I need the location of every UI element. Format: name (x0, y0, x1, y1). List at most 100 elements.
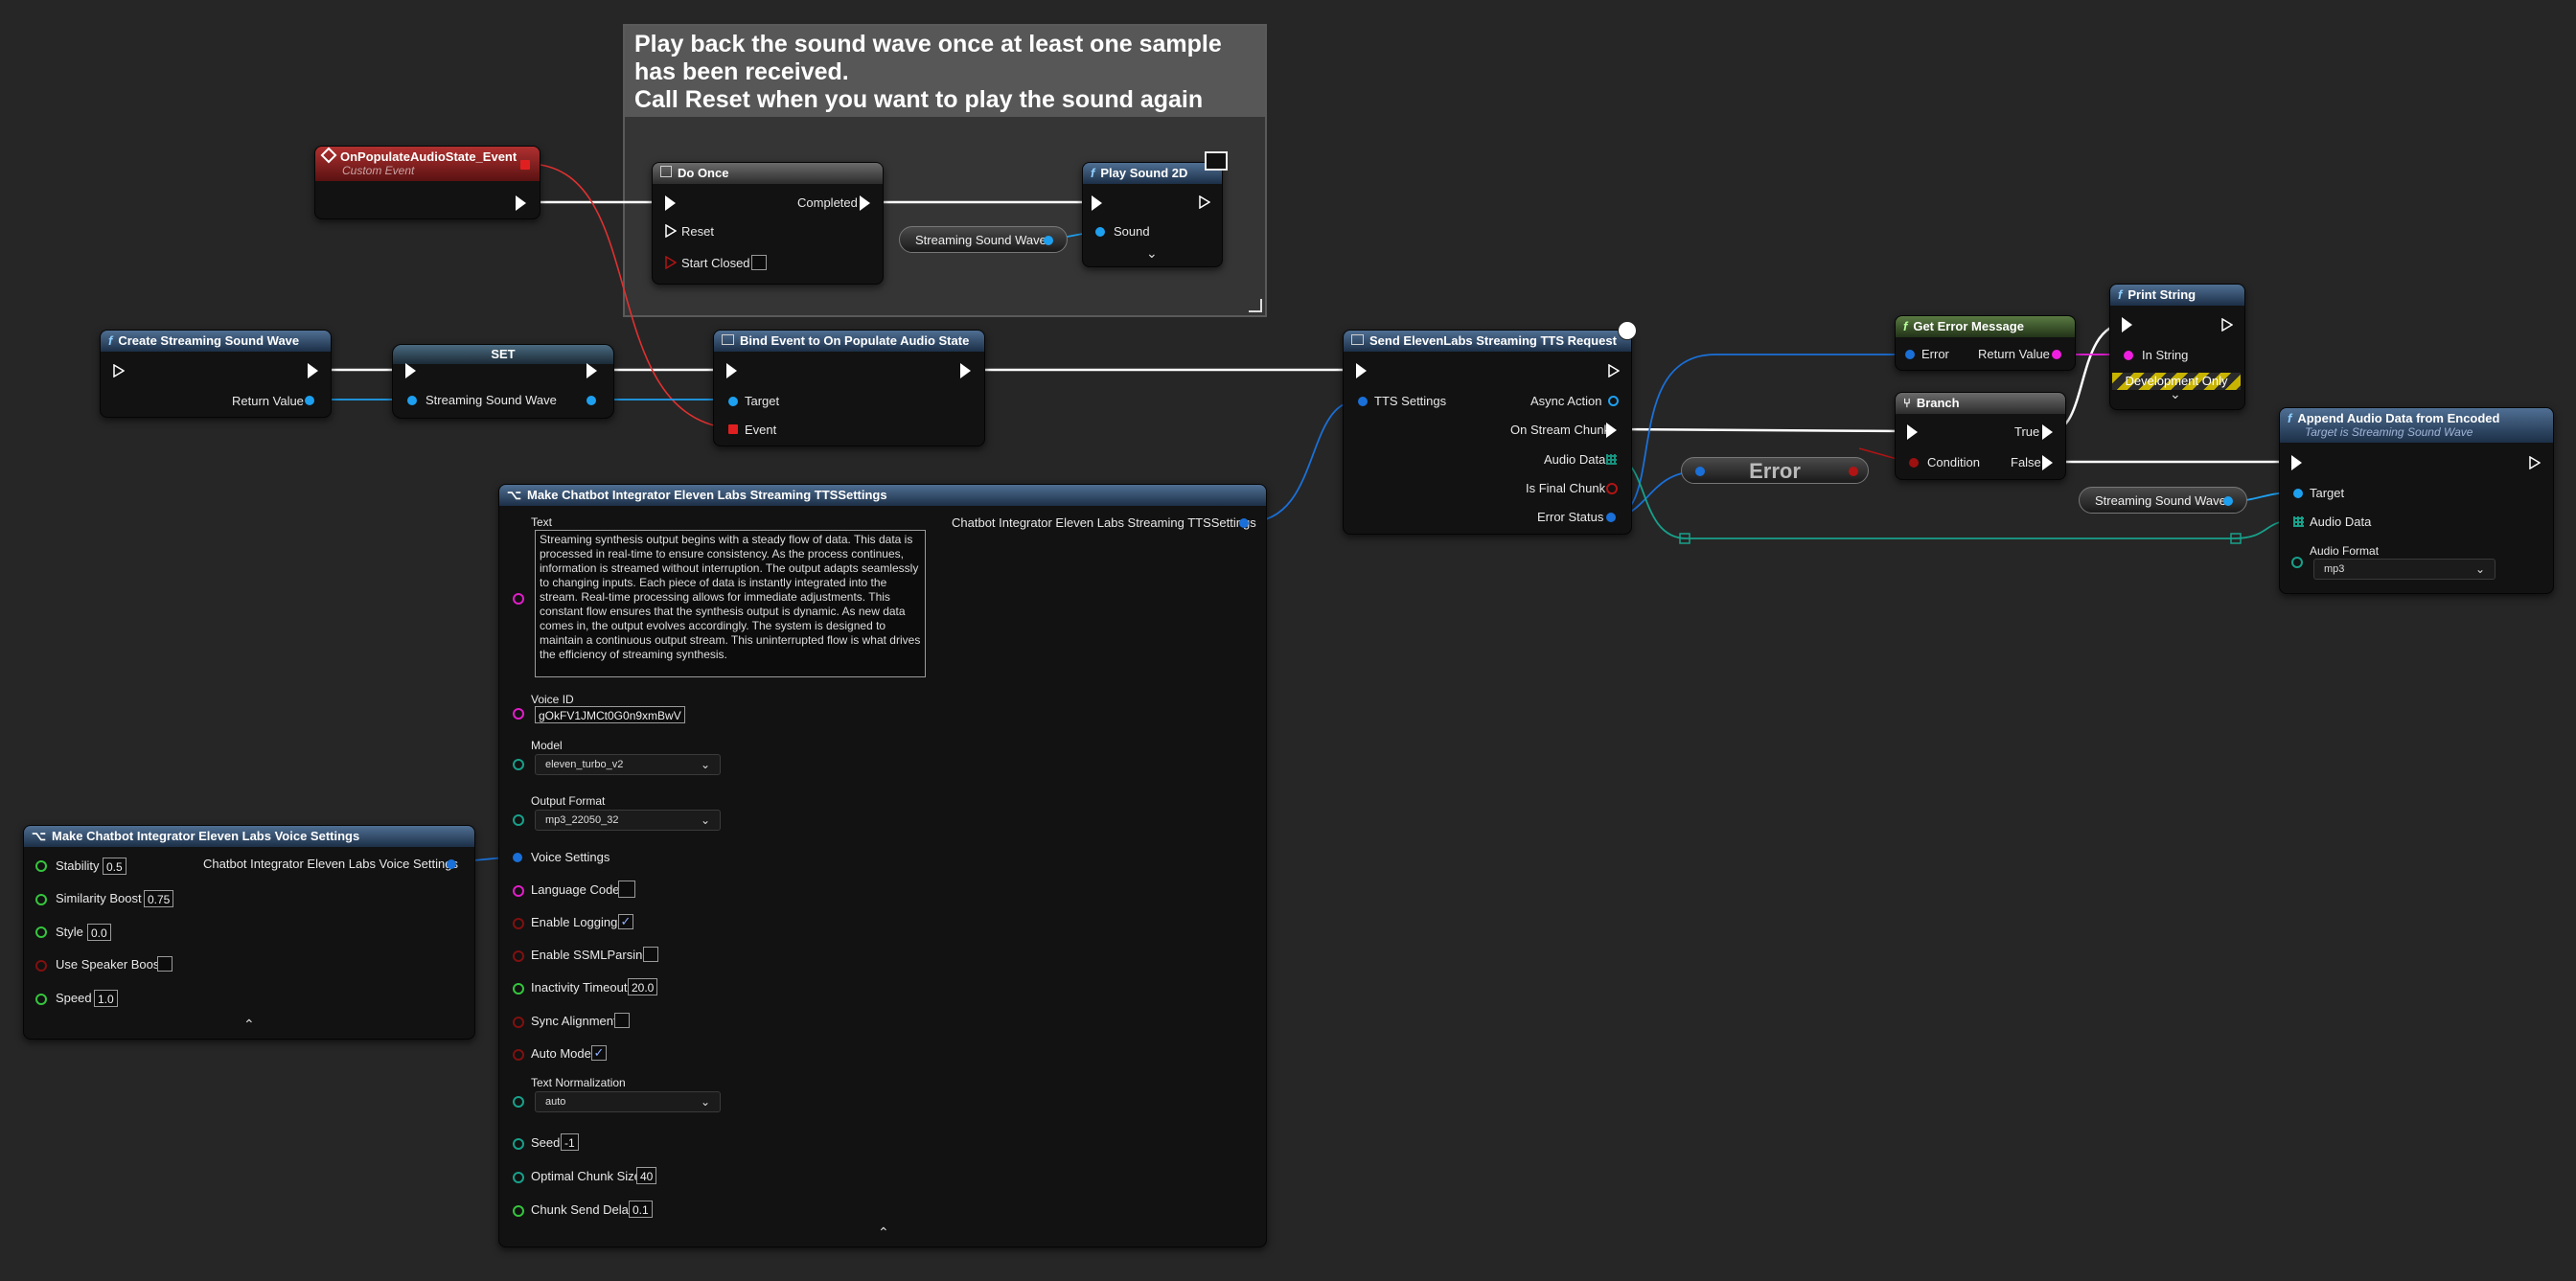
start-closed-checkbox[interactable] (751, 255, 767, 270)
speed-pin[interactable] (35, 994, 47, 1005)
audio-format-pin[interactable] (2291, 557, 2303, 568)
start-closed-pin[interactable] (665, 256, 677, 269)
var-streaming-sound-wave-2[interactable]: Streaming Sound Wave (2079, 487, 2247, 514)
auto-mode-pin[interactable] (513, 1049, 524, 1061)
tts-settings-pin[interactable] (1358, 397, 1368, 406)
delegate-pin[interactable] (520, 160, 530, 170)
text-normalization-dropdown[interactable]: auto ⌄ (535, 1091, 721, 1112)
exec-in-pin[interactable] (113, 364, 125, 377)
node-play-sound-2d[interactable]: f Play Sound 2D Sound ⌄ (1082, 151, 1228, 267)
text-input[interactable]: Streaming synthesis output begins with a… (535, 530, 926, 677)
similarity-boost-input[interactable]: 0.75 (144, 890, 174, 907)
exec-out-pin[interactable] (1608, 364, 1620, 377)
resize-grip[interactable] (1249, 299, 1262, 312)
sync-alignment-checkbox[interactable] (614, 1013, 630, 1028)
exec-out-pin[interactable] (586, 363, 597, 378)
collapse-chevron-up-icon[interactable]: ⌃ (243, 1017, 255, 1033)
similarity-boost-pin[interactable] (35, 894, 47, 905)
node-branch[interactable]: ⑂ Branch True Condition False (1895, 392, 2066, 480)
seed-input[interactable]: -1 (561, 1133, 579, 1151)
on-stream-chunk-pin[interactable] (1606, 423, 1617, 438)
voice-id-input[interactable]: gOkFV1JMCt0G0n9xmBwV (535, 706, 685, 723)
collapse-chevron-up-icon[interactable]: ⌃ (878, 1224, 889, 1241)
enable-logging-pin[interactable] (513, 918, 524, 929)
false-exec-pin[interactable] (2042, 455, 2053, 470)
language-code-pin[interactable] (513, 885, 524, 897)
seed-pin[interactable] (513, 1138, 524, 1150)
completed-exec-pin[interactable] (860, 195, 870, 211)
audio-format-dropdown[interactable]: mp3 ⌄ (2313, 559, 2496, 580)
exec-out-pin[interactable] (1199, 195, 1210, 209)
use-speaker-boost-pin[interactable] (35, 960, 47, 972)
true-exec-pin[interactable] (2042, 424, 2053, 440)
value-out-pin[interactable] (586, 396, 596, 405)
exec-out-pin[interactable] (2221, 318, 2233, 332)
var-streaming-sound-wave[interactable]: Streaming Sound Wave (899, 226, 1068, 253)
auto-mode-checkbox[interactable]: ✓ (591, 1045, 607, 1061)
node-custom-event[interactable]: OnPopulateAudioState_Event Custom Event (314, 146, 540, 219)
node-get-error-message[interactable]: f Get Error Message Error Return Value (1895, 315, 2076, 371)
inactivity-timeout-input[interactable]: 20.0 (628, 978, 658, 995)
exec-out-pin[interactable] (2529, 456, 2541, 469)
node-print-string[interactable]: f Print String In String Development Only… (2109, 284, 2245, 410)
exec-in-pin[interactable] (1092, 195, 1102, 211)
enable-ssml-pin[interactable] (513, 950, 524, 962)
stability-input[interactable]: 0.5 (103, 858, 126, 875)
voice-settings-pin[interactable] (513, 853, 522, 862)
node-make-voice-settings[interactable]: ⌥ Make Chatbot Integrator Eleven Labs Voi… (23, 825, 475, 1040)
enable-logging-checkbox[interactable]: ✓ (618, 914, 633, 929)
error-in-pin[interactable] (1905, 350, 1915, 359)
voice-id-pin[interactable] (513, 708, 524, 720)
language-code-input[interactable] (618, 881, 635, 898)
output-format-dropdown[interactable]: mp3_22050_32 ⌄ (535, 810, 721, 831)
node-make-tts-settings[interactable]: ⌥ Make Chatbot Integrator Eleven Labs Str… (498, 484, 1267, 1247)
expand-chevron-icon[interactable]: ⌄ (2170, 386, 2181, 402)
array-grid-icon[interactable] (1606, 454, 1617, 465)
exec-out-pin[interactable] (308, 363, 318, 378)
chunk-send-delay-input[interactable]: 0.1 (629, 1201, 653, 1218)
optimal-chunk-size-pin[interactable] (513, 1172, 524, 1183)
style-input[interactable]: 0.0 (87, 924, 111, 941)
sound-pin[interactable] (1095, 227, 1105, 237)
node-set[interactable]: SET Streaming Sound Wave (392, 344, 614, 419)
exec-in-pin[interactable] (1356, 363, 1367, 378)
return-value-pin[interactable] (305, 396, 314, 405)
output-struct-pin[interactable] (447, 859, 456, 869)
async-action-pin[interactable] (1608, 396, 1619, 406)
value-in-pin[interactable] (407, 396, 417, 405)
exec-in-pin[interactable] (2122, 317, 2132, 332)
inactivity-timeout-pin[interactable] (513, 983, 524, 995)
return-value-pin[interactable] (2052, 350, 2061, 359)
target-pin[interactable] (728, 397, 738, 406)
text-normalization-pin[interactable] (513, 1096, 524, 1108)
output-format-pin[interactable] (513, 814, 524, 826)
output-struct-pin[interactable] (1239, 518, 1249, 528)
var-error[interactable]: Error (1681, 457, 1869, 484)
style-pin[interactable] (35, 926, 47, 938)
exec-out-pin[interactable] (516, 195, 526, 211)
var-output-pin[interactable] (2223, 496, 2233, 506)
event-pin[interactable] (728, 424, 738, 434)
exec-in-pin[interactable] (405, 363, 416, 378)
text-pin[interactable] (513, 593, 524, 605)
exec-in-pin[interactable] (2291, 455, 2302, 470)
is-final-chunk-pin[interactable] (1606, 483, 1618, 494)
node-send-tts-request[interactable]: Send ElevenLabs Streaming TTS Request TT… (1343, 321, 1637, 535)
model-pin[interactable] (513, 759, 524, 770)
exec-in-pin[interactable] (726, 363, 737, 378)
speed-input[interactable]: 1.0 (94, 990, 118, 1007)
var-output-pin[interactable] (1849, 467, 1858, 476)
use-speaker-boost-checkbox[interactable] (157, 956, 172, 972)
var-input-pin[interactable] (1695, 467, 1705, 476)
node-append-audio-data[interactable]: f Append Audio Data from Encoded Target i… (2279, 407, 2554, 594)
error-status-pin[interactable] (1606, 513, 1616, 522)
node-do-once[interactable]: Do Once Completed Reset Start Closed (652, 162, 884, 285)
in-string-pin[interactable] (2124, 351, 2133, 360)
exec-in-pin[interactable] (665, 195, 676, 211)
exec-in-pin[interactable] (1907, 424, 1918, 440)
array-grid-icon[interactable] (2293, 516, 2304, 527)
node-bind-event[interactable]: Bind Event to On Populate Audio State Ta… (713, 330, 985, 446)
chunk-send-delay-pin[interactable] (513, 1205, 524, 1217)
exec-out-pin[interactable] (960, 363, 971, 378)
var-output-pin[interactable] (1044, 236, 1053, 245)
